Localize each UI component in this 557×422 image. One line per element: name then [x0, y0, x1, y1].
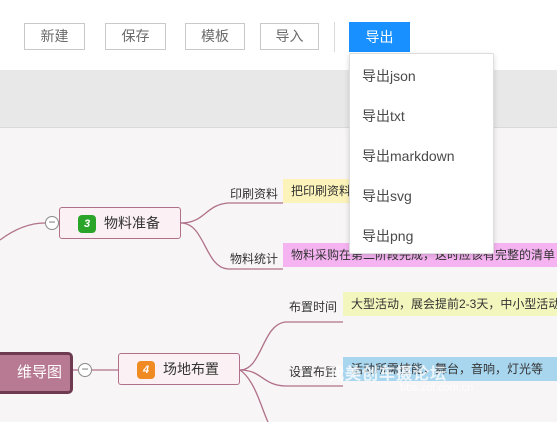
collapse-toggle-branch-1[interactable]: −	[45, 216, 59, 230]
watermark-url: bbs.zol.com.cn	[400, 382, 474, 394]
note-print: 把印刷资料	[283, 179, 349, 203]
collapse-toggle-branch-2[interactable]: −	[78, 363, 92, 377]
sub-node-print[interactable]: 印刷资料	[230, 185, 278, 202]
note-time: 大型活动，展会提前2-3天，中小型活动	[343, 292, 557, 316]
root-node[interactable]: 维导图	[0, 352, 73, 394]
export-json-item[interactable]: 导出json	[362, 66, 416, 86]
export-markdown-item[interactable]: 导出markdown	[362, 146, 455, 166]
export-png-item[interactable]: 导出png	[362, 226, 413, 246]
sub-node-time[interactable]: 布置时间	[289, 298, 337, 315]
branch-node-materials[interactable]: 3 物料准备	[59, 207, 181, 239]
priority-badge: 4	[137, 361, 155, 379]
export-svg-item[interactable]: 导出svg	[362, 186, 412, 206]
priority-badge: 3	[78, 215, 96, 233]
branch-label: 物料准备	[104, 215, 160, 231]
sub-node-stats[interactable]: 物料统计	[230, 250, 278, 267]
branch-node-venue[interactable]: 4 场地布置	[118, 353, 240, 385]
branch-label: 场地布置	[163, 361, 219, 377]
watermark-text: 我美创车摄论坛	[328, 366, 448, 383]
export-txt-item[interactable]: 导出txt	[362, 106, 405, 126]
export-dropdown: 导出json 导出txt 导出markdown 导出svg 导出png	[349, 53, 494, 254]
